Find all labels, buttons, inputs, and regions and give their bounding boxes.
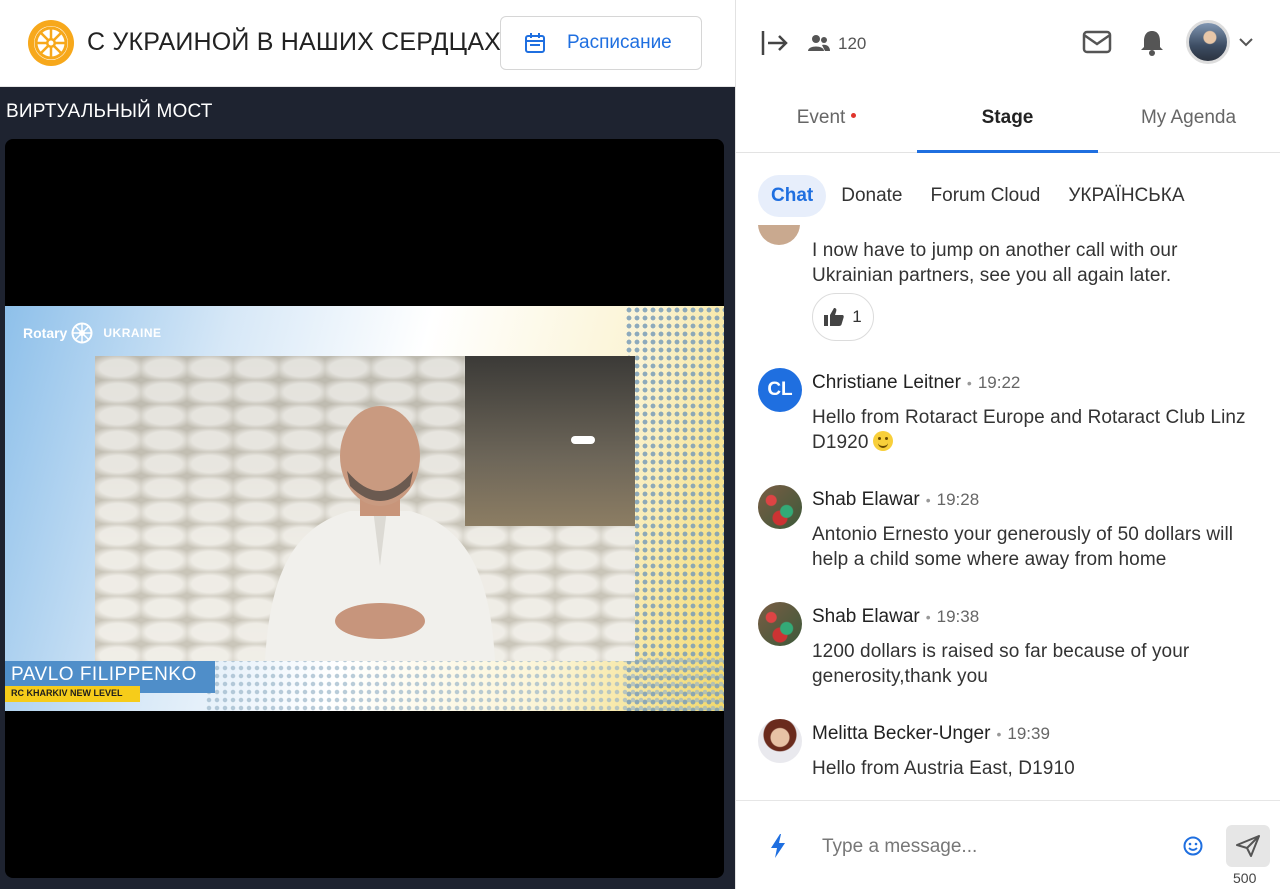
tab-event[interactable]: Event: [736, 87, 917, 152]
main-tabs: Event Stage My Agenda: [736, 87, 1280, 153]
avatar: [758, 225, 800, 245]
message-time: 19:39: [1007, 724, 1050, 743]
people-icon: [808, 35, 830, 51]
tab-stage[interactable]: Stage: [917, 87, 1098, 153]
message-header: Melitta Becker-Unger • 19:39: [812, 723, 1050, 744]
smiley-emoji-icon: [872, 431, 893, 451]
subtab-ukrainian[interactable]: УКРАЇНСЬКА: [1055, 175, 1197, 217]
schedule-button[interactable]: Расписание: [500, 16, 702, 70]
thumbs-up-icon: [824, 308, 844, 326]
tab-my-agenda-label: My Agenda: [1140, 107, 1237, 128]
subtab-chat[interactable]: Chat: [758, 175, 827, 217]
rotary-wheel-icon: [71, 322, 93, 344]
message-header: Shab Elawar • 19:38: [812, 606, 980, 627]
dot-pattern-bottom: [205, 656, 724, 711]
message-text: Hello from Rotaract Europe and Rotaract …: [812, 407, 1246, 453]
video-brand-region: UKRAINE: [103, 326, 162, 340]
event-title: С УКРАИНОЙ В НАШИХ СЕРДЦАХ: [87, 28, 502, 56]
sub-tabs: Chat Donate Forum Cloud УКРАЇНСЬКА: [758, 174, 1200, 218]
message-header: Christiane Leitner • 19:22: [812, 372, 1021, 393]
message-composer: 500: [736, 800, 1280, 889]
message-author[interactable]: Melitta Becker-Unger: [812, 723, 990, 744]
side-panel-header: 120: [736, 0, 1280, 87]
schedule-button-label: Расписание: [567, 32, 672, 53]
subtab-forum-cloud[interactable]: Forum Cloud: [918, 175, 1054, 217]
calendar-icon: [525, 33, 545, 53]
lightning-icon[interactable]: [770, 834, 786, 858]
side-panel: 120 Event Stage My Agenda Chat Donate Fo…: [735, 0, 1280, 889]
event-header: С УКРАИНОЙ В НАШИХ СЕРДЦАХ Расписание: [0, 0, 735, 87]
speaker-club-plate: RC KHARKIV NEW LEVEL: [5, 686, 140, 702]
avatar: [758, 602, 802, 646]
stage-area: ВИРТУАЛЬНЫЙ МОСТ Rotary UKRAINE PAVLO FI…: [0, 87, 735, 889]
message-input[interactable]: [822, 831, 1162, 863]
tab-stage-label: Stage: [981, 107, 1034, 128]
message-header: Shab Elawar • 19:28: [812, 489, 980, 510]
message-time: 19:28: [936, 490, 980, 509]
tab-my-agenda[interactable]: My Agenda: [1098, 87, 1279, 152]
notification-dot: [851, 113, 857, 119]
video-rotary-brand: Rotary UKRAINE: [23, 322, 162, 344]
message-author[interactable]: Shab Elawar: [812, 606, 920, 627]
send-button[interactable]: [1226, 825, 1270, 867]
message-text: I now have to jump on another call with …: [812, 240, 1178, 286]
bell-icon[interactable]: [1139, 28, 1165, 56]
message-author[interactable]: Shab Elawar: [812, 489, 920, 510]
send-icon: [1236, 835, 1260, 857]
thumbs-up-reaction-button[interactable]: 1: [812, 293, 874, 341]
attendee-count[interactable]: 120: [838, 34, 866, 54]
dot-pattern: [625, 306, 724, 711]
video-player[interactable]: Rotary UKRAINE PAVLO FILIPPENKO RC KHARK…: [5, 139, 724, 878]
message-author[interactable]: Christiane Leitner: [812, 372, 961, 393]
chat-messages[interactable]: I now have to jump on another call with …: [736, 225, 1280, 800]
message-text: Antonio Ernesto your generously of 50 do…: [812, 524, 1234, 570]
avatar: CL: [758, 368, 802, 412]
video-frame: Rotary UKRAINE PAVLO FILIPPENKO RC KHARK…: [5, 306, 724, 711]
video-brand-text: Rotary: [23, 325, 68, 341]
speaker-video: [95, 356, 635, 661]
message-time: 19:22: [977, 373, 1021, 392]
chevron-down-icon[interactable]: [1238, 34, 1254, 50]
rotary-logo-icon: [28, 20, 74, 66]
mail-icon[interactable]: [1082, 28, 1112, 56]
character-limit: 500: [1233, 870, 1257, 886]
message-text: Hello from Austria East, D1910: [812, 758, 1075, 779]
speaker-figure: [265, 406, 495, 661]
subtab-donate[interactable]: Donate: [828, 175, 915, 217]
message-text: 1200 dollars is raised so far because of…: [812, 641, 1190, 687]
stage-name: ВИРТУАЛЬНЫЙ МОСТ: [6, 101, 213, 122]
avatar: [758, 485, 802, 529]
emoji-picker-icon[interactable]: [1183, 836, 1203, 856]
tab-event-label: Event: [796, 107, 846, 128]
avatar: [758, 719, 802, 763]
avatar[interactable]: [1186, 20, 1230, 64]
message-time: 19:38: [936, 607, 980, 626]
collapse-panel-icon[interactable]: [760, 28, 790, 58]
reaction-count: 1: [852, 307, 862, 326]
